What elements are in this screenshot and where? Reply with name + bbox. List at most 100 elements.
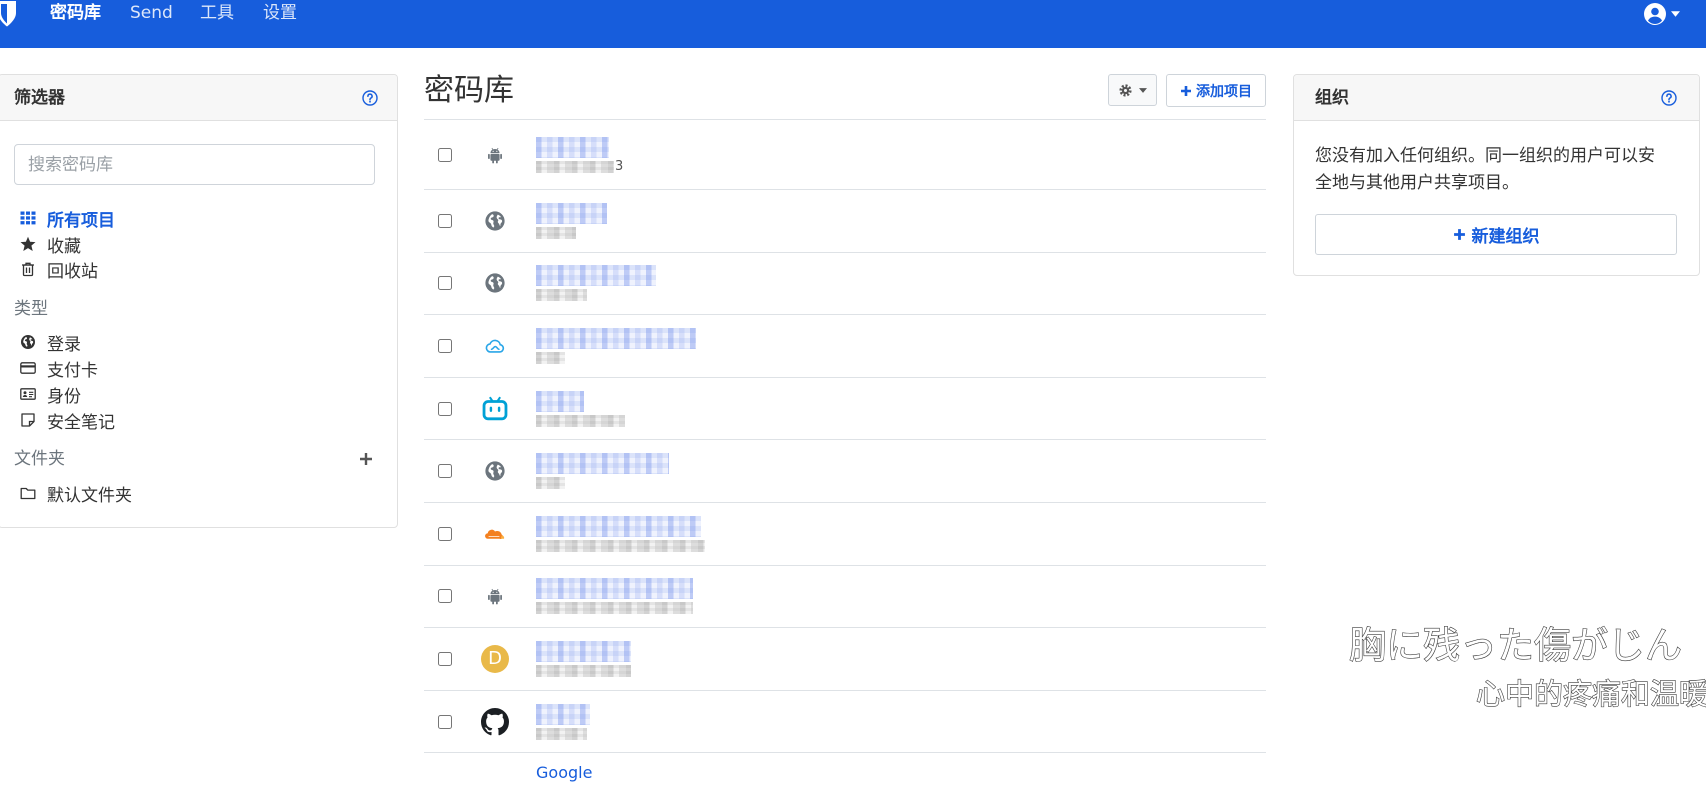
redacted-item-name[interactable] <box>536 703 590 725</box>
redacted-item-name[interactable] <box>536 578 693 600</box>
redacted-item-subtitle <box>536 414 625 427</box>
globe-icon <box>481 207 509 235</box>
cloudflare-icon <box>481 520 509 548</box>
redacted-item-subtitle <box>536 351 565 364</box>
search-vault-input[interactable] <box>14 144 375 185</box>
item-select-checkbox[interactable] <box>438 338 452 353</box>
item-select-checkbox[interactable] <box>438 401 452 416</box>
vault-item-row-partial[interactable]: Google <box>424 753 1266 793</box>
vault-item-row[interactable] <box>424 440 1266 503</box>
id-card-icon <box>18 384 38 404</box>
vault-item-row[interactable] <box>424 378 1266 441</box>
item-select-checkbox[interactable] <box>438 651 452 666</box>
redacted-item-name[interactable] <box>536 136 609 158</box>
organizations-title: 组织 <box>1315 88 1349 108</box>
top-navbar: 密码库 Send 工具 设置 <box>0 0 1706 48</box>
subtitle-line-chinese: 心中的疼痛和温暖 <box>1476 677 1706 712</box>
filter-type-login-label: 登录 <box>47 334 81 355</box>
organizations-panel: 组织 您没有加入任何组织。同一组织的用户可以安全地与其他用户共享项目。 新建组织 <box>1293 74 1700 276</box>
filter-type-identity[interactable]: 身份 <box>18 382 81 407</box>
filters-panel: 筛选器 所有项目 收藏 回收站 类型 登录 支付卡 <box>0 74 398 528</box>
item-select-checkbox[interactable] <box>438 276 452 291</box>
item-text <box>536 315 696 377</box>
cloud-icon <box>481 332 509 360</box>
question-circle-icon[interactable] <box>1661 90 1677 106</box>
redacted-item-subtitle <box>536 727 587 740</box>
nav-send[interactable]: Send <box>130 1 173 25</box>
caret-down-icon <box>1671 11 1680 17</box>
bitwarden-logo-icon[interactable] <box>0 0 18 30</box>
filter-all-items[interactable]: 所有项目 <box>18 206 115 231</box>
new-organization-button[interactable]: 新建组织 <box>1315 214 1677 255</box>
redacted-item-name[interactable] <box>536 327 696 349</box>
add-item-button[interactable]: 添加项目 <box>1166 74 1266 107</box>
vault-item-row[interactable] <box>424 566 1266 629</box>
folders-heading: 文件夹 <box>14 449 65 469</box>
credit-card-icon <box>18 358 38 378</box>
vault-item-row[interactable] <box>424 315 1266 378</box>
gear-icon <box>1119 83 1132 97</box>
redacted-item-name[interactable] <box>536 265 656 287</box>
nav-vault[interactable]: 密码库 <box>50 1 101 25</box>
vault-item-row[interactable] <box>424 253 1266 316</box>
vault-options-button[interactable] <box>1108 74 1157 106</box>
subtitle-line-japanese: 胸に残った傷がじん <box>1349 624 1683 668</box>
redacted-item-subtitle <box>536 477 565 490</box>
item-select-checkbox[interactable] <box>438 213 452 228</box>
item-select-checkbox[interactable] <box>438 589 452 604</box>
redacted-item-subtitle <box>536 539 705 552</box>
redacted-item-subtitle <box>536 160 614 173</box>
sticky-note-icon <box>18 410 38 430</box>
item-select-checkbox[interactable] <box>438 526 452 541</box>
item-text <box>536 253 656 315</box>
item-select-checkbox[interactable] <box>438 714 452 729</box>
vault-items-list: 3 D Google <box>424 120 1266 793</box>
filter-favorites-label: 收藏 <box>47 236 81 257</box>
filter-trash[interactable]: 回收站 <box>18 257 98 282</box>
redacted-item-name[interactable] <box>536 390 584 412</box>
vault-item-row[interactable] <box>424 190 1266 253</box>
filter-folder-default-label: 默认文件夹 <box>47 485 132 506</box>
vault-item-row[interactable]: D <box>424 628 1266 691</box>
filter-type-login[interactable]: 登录 <box>18 330 81 355</box>
no-organizations-text: 您没有加入任何组织。同一组织的用户可以安全地与其他用户共享项目。 <box>1315 146 1655 193</box>
filter-type-secure-note[interactable]: 安全笔记 <box>18 408 115 433</box>
question-circle-icon[interactable] <box>362 90 378 106</box>
globe-icon <box>481 269 509 297</box>
vault-item-row[interactable] <box>424 503 1266 566</box>
item-subtitle-fragment: 3 <box>615 158 624 174</box>
item-subtitle <box>536 664 631 677</box>
account-menu-button[interactable] <box>1643 1 1689 27</box>
add-item-label: 添加项目 <box>1196 83 1252 100</box>
redacted-item-name[interactable] <box>536 453 669 475</box>
filter-type-secure-note-label: 安全笔记 <box>47 412 115 433</box>
item-text <box>536 691 590 753</box>
filter-all-items-label: 所有项目 <box>47 210 115 231</box>
filter-favorites[interactable]: 收藏 <box>18 232 81 257</box>
item-subtitle <box>536 727 590 740</box>
filter-folder-default[interactable]: 默认文件夹 <box>18 481 132 506</box>
nav-settings[interactable]: 设置 <box>263 1 297 25</box>
filter-trash-label: 回收站 <box>47 261 98 282</box>
redacted-item-name[interactable] <box>536 515 701 537</box>
nav-tools[interactable]: 工具 <box>200 1 234 25</box>
letter-avatar-icon: D <box>481 644 509 673</box>
item-text <box>536 503 705 565</box>
item-subtitle <box>536 539 705 552</box>
user-circle-icon <box>1644 3 1666 25</box>
filter-type-card[interactable]: 支付卡 <box>18 356 98 381</box>
item-text <box>536 566 693 628</box>
item-select-checkbox[interactable] <box>438 464 452 479</box>
github-icon <box>481 707 509 736</box>
vault-item-row[interactable] <box>424 691 1266 754</box>
redacted-item-name[interactable] <box>536 202 607 224</box>
plus-icon <box>1181 85 1191 96</box>
redacted-item-name[interactable] <box>536 640 631 662</box>
bilibili-icon <box>481 395 509 423</box>
android-icon <box>481 141 509 169</box>
add-folder-plus-icon[interactable] <box>359 452 373 466</box>
vault-item-row[interactable]: 3 <box>424 120 1266 190</box>
grid-icon <box>18 208 38 228</box>
item-name-link[interactable]: Google <box>536 763 592 783</box>
item-select-checkbox[interactable] <box>438 147 452 162</box>
